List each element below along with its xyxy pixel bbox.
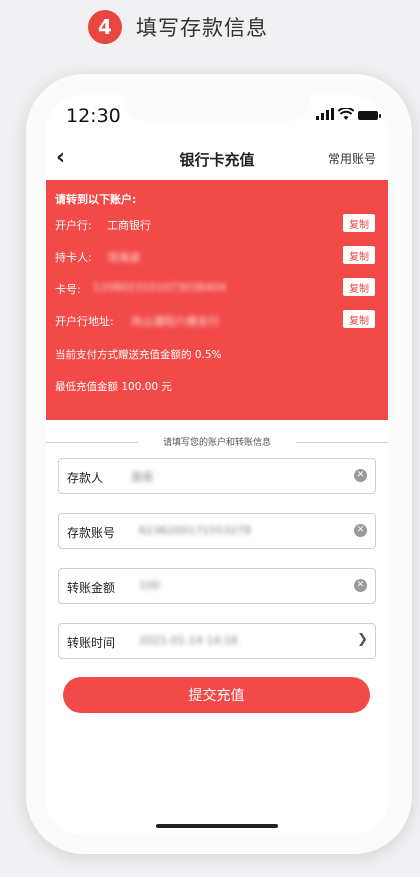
field-label: 转账金额 — [67, 581, 116, 595]
common-accounts-link[interactable]: 常用账号 — [328, 150, 376, 167]
section-divider: 请填写您的账户和转账信息 — [46, 435, 388, 449]
field-label: 转账时间 — [67, 636, 116, 650]
status-icons — [316, 108, 381, 120]
field-value: 周周 — [131, 471, 153, 484]
clear-icon[interactable]: ✕ — [354, 524, 367, 537]
account-row-label: 卡号: — [55, 283, 81, 296]
field-label: 存款账号 — [67, 526, 116, 540]
signal-icon — [316, 108, 334, 120]
home-indicator — [156, 824, 278, 828]
field-value: 100 — [139, 579, 160, 592]
account-row-bank: 开户行: 工商银行 复制 — [55, 214, 379, 234]
copy-button[interactable]: 复制 — [343, 214, 375, 232]
minimum-note: 最低充值金额 100.00 元 — [55, 381, 172, 393]
copy-button[interactable]: 复制 — [343, 246, 375, 264]
field-label: 存款人 — [67, 471, 104, 485]
account-row-holder: 持卡人: 流海波 复制 — [55, 246, 379, 266]
field-value: 6236200171553278 — [139, 524, 251, 537]
field-value: 2021-01-14 14:16 — [139, 634, 239, 647]
transfer-amount-field[interactable]: 转账金额 100 ✕ — [58, 568, 376, 604]
submit-recharge-button[interactable]: 提交充值 — [63, 677, 370, 713]
wifi-icon — [338, 108, 354, 120]
account-row-bank-address: 开户行地址: 舟山潮阳六横支行 复制 — [55, 310, 379, 330]
phone-screen: 12:30 ‹ 银行卡充值 常用账号 请转到以下账户: 开户行: 工商银行 复制… — [46, 95, 388, 835]
account-row-value: 舟山潮阳六横支行 — [131, 315, 219, 328]
depositor-field[interactable]: 存款人 周周 ✕ — [58, 458, 376, 494]
clear-icon[interactable]: ✕ — [354, 579, 367, 592]
account-row-label: 开户行: — [55, 219, 92, 232]
account-row-value: 工商银行 — [107, 219, 151, 232]
phone-notch — [124, 95, 310, 121]
bonus-note: 当前支付方式赠送充值金额的 0.5% — [55, 349, 222, 361]
nav-bar: ‹ 银行卡充值 常用账号 — [46, 143, 388, 173]
picker-icon[interactable]: ❯ — [357, 632, 368, 647]
account-info-panel: 请转到以下账户: 开户行: 工商银行 复制 持卡人: 流海波 复制 卡号: 12… — [46, 180, 388, 420]
account-row-label: 持卡人: — [55, 251, 92, 264]
step-number-badge: 4 — [88, 10, 122, 44]
account-row-value: 1208023101073038404 — [93, 281, 226, 294]
clear-icon[interactable]: ✕ — [354, 469, 367, 482]
account-row-value: 流海波 — [107, 251, 140, 264]
step-header: 4 填写存款信息 — [88, 10, 268, 44]
deposit-account-field[interactable]: 存款账号 6236200171553278 ✕ — [58, 513, 376, 549]
account-row-card-number: 卡号: 1208023101073038404 复制 — [55, 278, 379, 298]
account-row-label: 开户行地址: — [55, 315, 114, 328]
step-title: 填写存款信息 — [136, 16, 268, 40]
account-panel-heading: 请转到以下账户: — [55, 193, 137, 206]
transfer-time-field[interactable]: 转账时间 2021-01-14 14:16 ❯ — [58, 623, 376, 659]
status-time: 12:30 — [66, 105, 121, 127]
divider-label: 请填写您的账户和转账信息 — [162, 438, 271, 448]
battery-icon — [358, 111, 381, 120]
copy-button[interactable]: 复制 — [343, 310, 375, 328]
copy-button[interactable]: 复制 — [343, 278, 375, 296]
